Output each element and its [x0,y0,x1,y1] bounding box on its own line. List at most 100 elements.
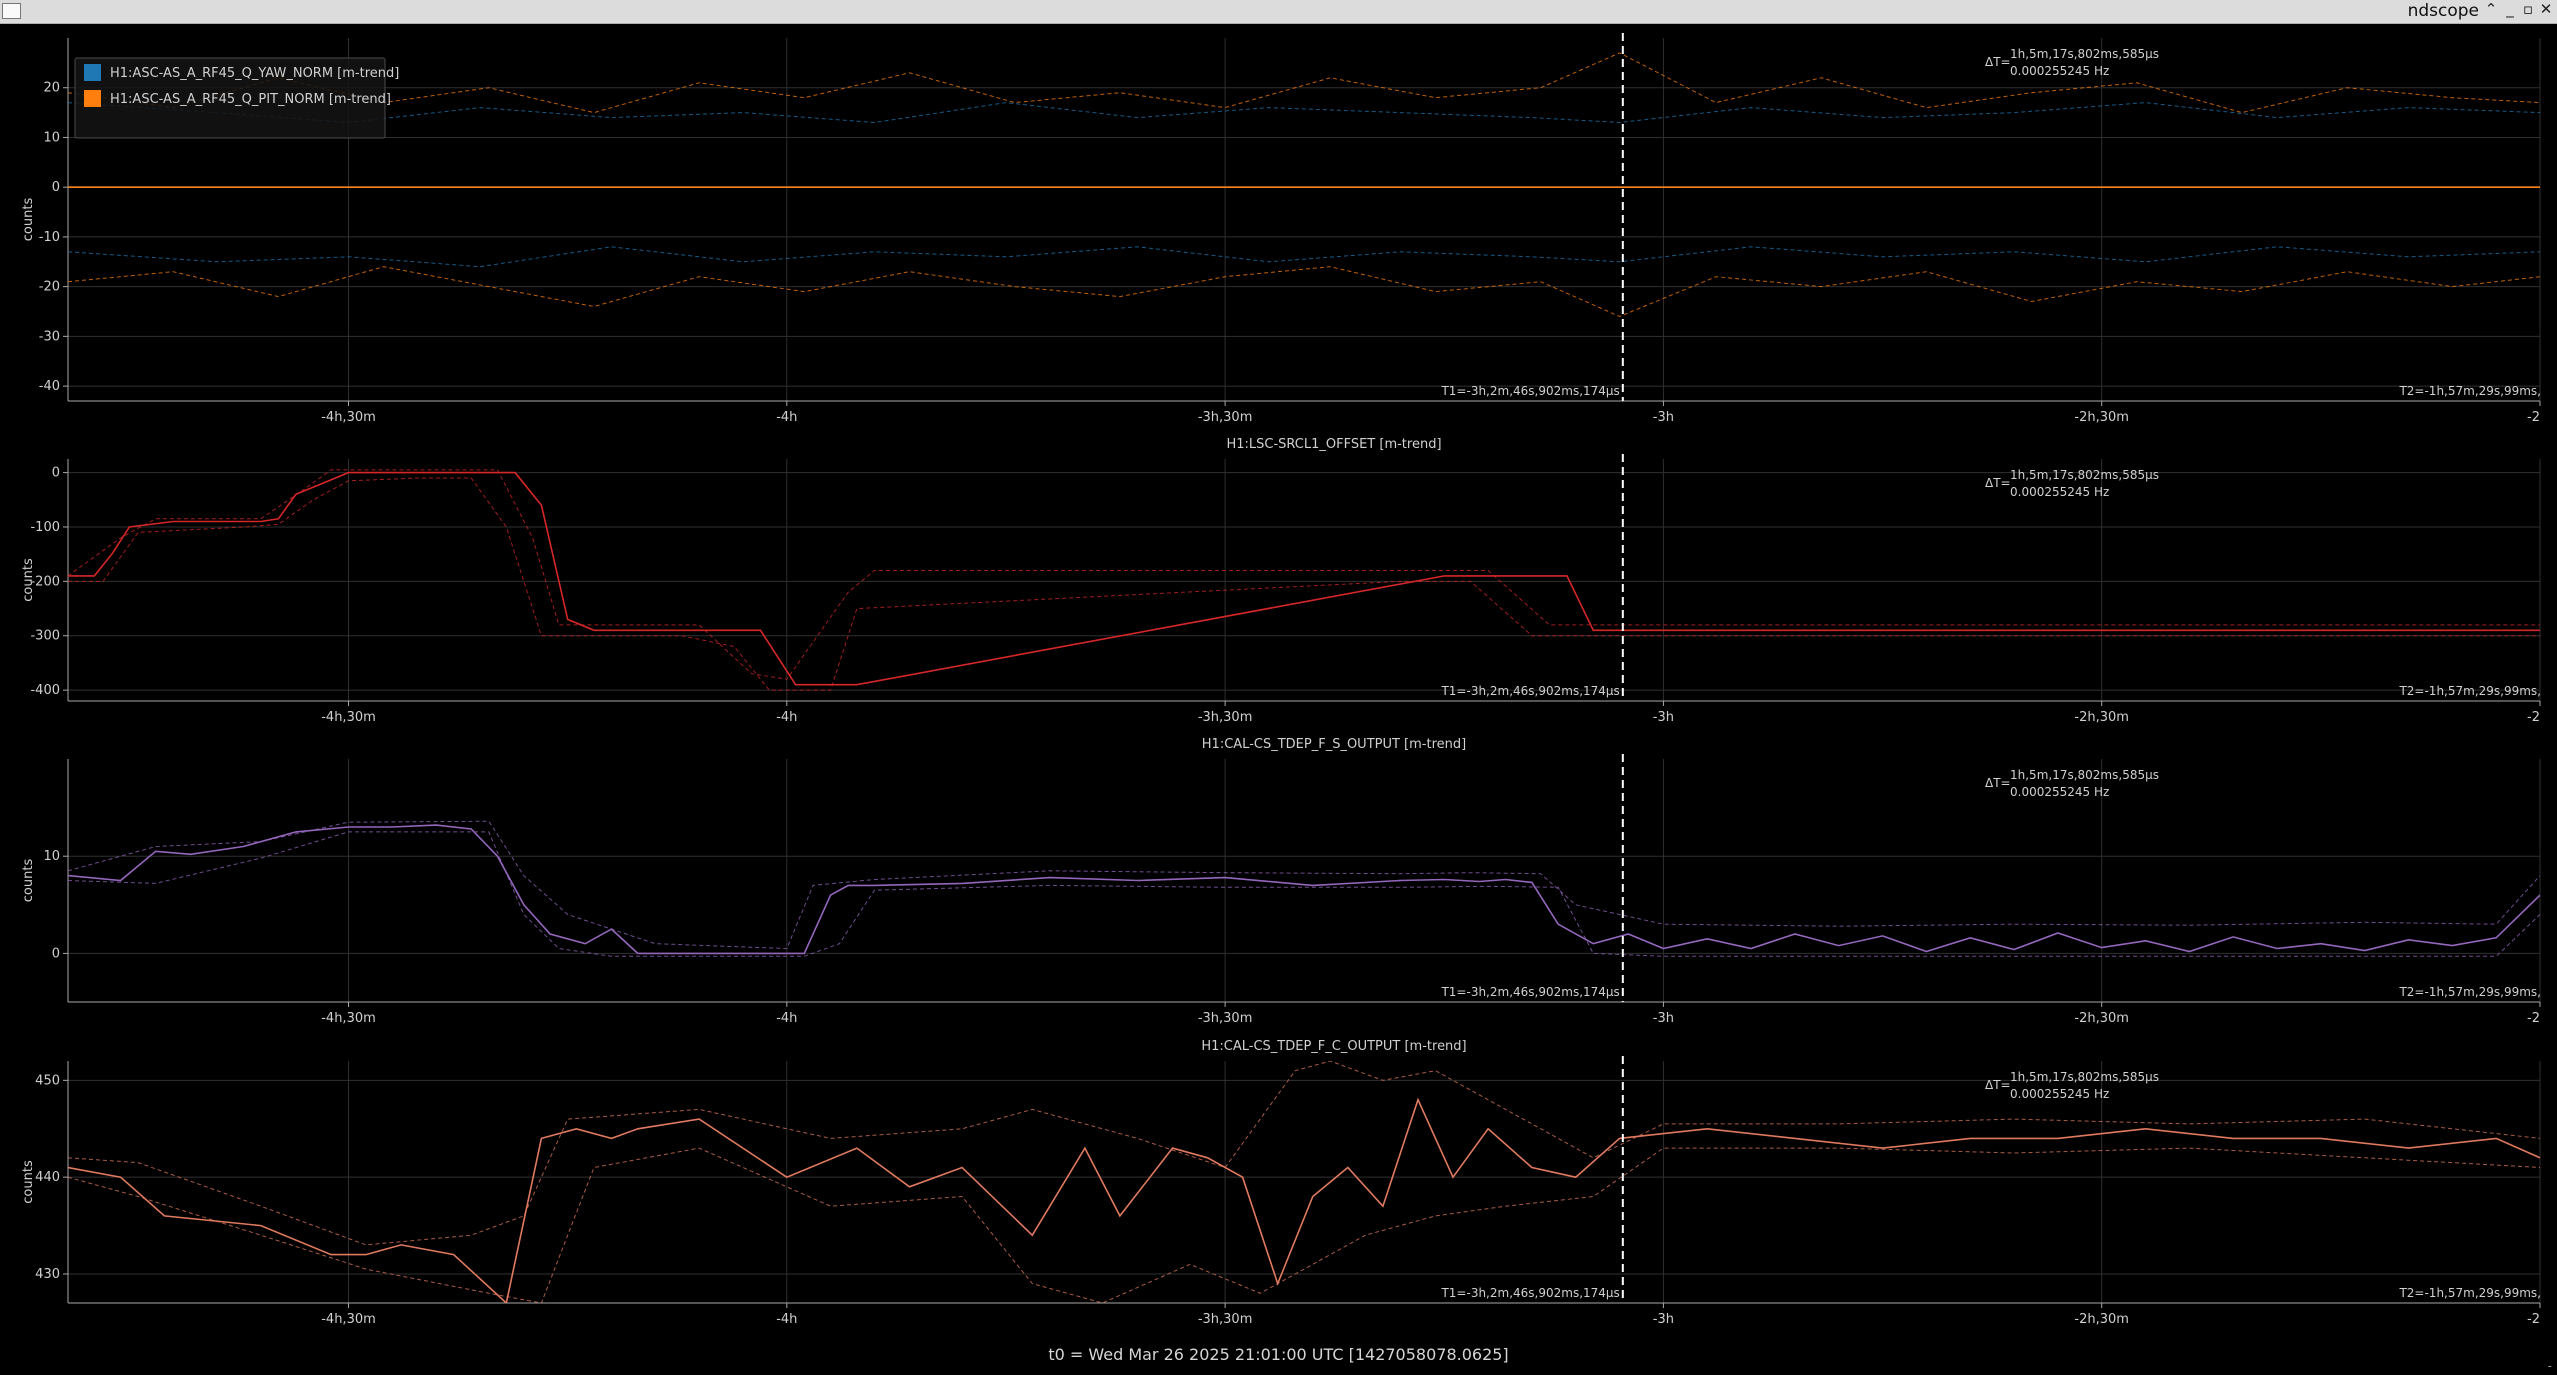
plot-panel-3: H1:CAL-CS_TDEP_F_S_OUTPUT [m-trend] 10 0 -4… [21,737,2541,1026]
delta-t-prefix: ΔT= [1985,55,2011,69]
y-tick-label: 430 [35,1267,60,1282]
y-tick-label: 0 [52,180,60,195]
series-fc-mean [68,1097,2540,1303]
y-tick-label: -40 [39,379,60,394]
cursor-t1-label: T1=-3h,2m,46s,902ms,174µs [1440,985,1619,999]
y-tick-label: 450 [35,1073,60,1088]
y-tick-label: 10 [43,849,60,864]
delta-f-value: 0.000255245 Hz [2010,785,2109,799]
series-fc-min [68,1147,2540,1303]
series-group [68,52,2540,318]
legend-entry-label: H1:ASC-AS_A_RF45_Q_YAW_NORM [m-trend] [110,66,399,81]
series-pit-min [68,266,2540,318]
plot-title: H1:CAL-CS_TDEP_F_S_OUTPUT [m-trend] [1202,737,1466,752]
window-titlebar[interactable]: ndscope ⌃ _ ▫ ✕ [0,0,2557,24]
legend-swatch [84,64,101,81]
cursor-t1-label: T1=-3h,2m,46s,902ms,174µs [1440,384,1619,398]
delta-t-prefix: ΔT= [1985,1078,2011,1092]
series-group [68,469,2540,691]
x-tick-label: -3h,30m [1198,1011,1253,1026]
series-fs-min [68,831,2540,957]
delta-t-value: 1h,5m,17s,802ms,585µs [2010,47,2159,61]
delta-f-value: 0.000255245 Hz [2010,64,2109,78]
x-tick-label: -4h,30m [321,1312,376,1327]
series-group [68,1061,2540,1303]
x-tick-label: -4h,30m [321,710,376,725]
series-yaw-max [68,102,2540,124]
x-tick-label: -2h,30m [2074,1312,2129,1327]
y-tick-label: -10 [39,230,60,245]
x-tick-label: -3h,30m [1198,410,1253,425]
series-group [68,820,2540,957]
cursor-t1-label: T1=-3h,2m,46s,902ms,174µs [1440,684,1619,698]
y-tick-label: 0 [52,946,60,961]
cursor-t2-label: T2=-1h,57m,29s,99ms, [2398,384,2541,398]
series-srcl-max [68,469,2540,680]
x-tick-label: -2 [2527,410,2540,425]
x-tick-label: -2 [2527,710,2540,725]
x-tick-label: -4h [776,710,797,725]
y-tick-label: 440 [35,1170,60,1185]
x-tick-label: -4h,30m [321,1011,376,1026]
x-tick-label: -3h [1653,710,1674,725]
y-tick-label: 10 [43,130,60,145]
x-tick-label: -2h,30m [2074,710,2129,725]
y-tick-label: -400 [30,683,60,698]
delta-t-value: 1h,5m,17s,802ms,585µs [2010,468,2159,482]
y-tick-label: -300 [30,629,60,644]
y-axis-label: counts [21,198,36,242]
y-tick-label: -100 [30,520,60,535]
x-tick-label: -2 [2527,1312,2540,1327]
y-tick-label: 0 [52,466,60,481]
cursor-t2-label: T2=-1h,57m,29s,99ms, [2398,684,2541,698]
delta-t-value: 1h,5m,17s,802ms,585µs [2010,1070,2159,1084]
delta-f-value: 0.000255245 Hz [2010,485,2109,499]
x-tick-label: -2h,30m [2074,410,2129,425]
plot-panel-4: H1:CAL-CS_TDEP_F_C_OUTPUT [m-trend] 450 44… [21,1039,2541,1327]
y-tick-label: 20 [43,81,60,96]
plot-panel-2: H1:LSC-SRCL1_OFFSET [m-trend]0-100-200-3… [21,437,2541,725]
scope-plots[interactable]: 20100-10-20-30-40-4h,30m -4h -3h,30m -3h -2h… [0,23,2557,1373]
series-pit-max [68,52,2540,114]
cursor-t1-label: T1=-3h,2m,46s,902ms,174µs [1440,1286,1619,1300]
plot-title: H1:LSC-SRCL1_OFFSET [m-trend] [1226,437,1441,452]
legend-entry-label: H1:ASC-AS_A_RF45_Q_PIT_NORM [m-trend] [110,92,391,107]
x-tick-label: -4h [776,1011,797,1026]
series-srcl-min [68,477,2540,691]
x-tick-label: -4h [776,1312,797,1327]
legend-swatch [84,90,101,107]
y-axis-label: counts [21,1160,36,1204]
y-axis-label: counts [21,859,36,903]
x-tick-label: -3h,30m [1198,710,1253,725]
plot-panel-1: 20 10 0 -10 -20 -30 -40 -4h,30m -4h -3h,30m -3h -2h… [21,33,2541,425]
series-yaw-min [68,246,2540,268]
y-tick-label: -30 [39,329,60,344]
plot-legend: H1:ASC-AS_A_RF45_Q_YAW_NORM [m-trend] H1:… [74,57,399,139]
maximize-icon[interactable]: ▫ [2519,0,2537,18]
cursor-t2-label: T2=-1h,57m,29s,99ms, [2398,985,2541,999]
series-fs-mean [68,824,2540,955]
y-axis-label: counts [21,558,36,602]
close-icon[interactable]: ✕ [2537,0,2555,18]
x-tick-label: -3h,30m [1198,1312,1253,1327]
delta-t-prefix: ΔT= [1985,476,2011,490]
x-tick-label: -2 [2527,1011,2540,1026]
delta-t-prefix: ΔT= [1985,776,2011,790]
y-tick-label: -20 [39,280,60,295]
t0-timestamp: t0 = Wed Mar 26 2025 21:01:00 UTC [14270… [1048,1345,1509,1364]
x-tick-label: -3h [1653,1011,1674,1026]
plot-title: H1:CAL-CS_TDEP_F_C_OUTPUT [m-trend] [1201,1039,1466,1054]
window-title: ndscope [2407,1,2479,21]
x-tick-label: -3h [1653,410,1674,425]
x-tick-label: -4h,30m [321,410,376,425]
minimize-icon[interactable]: _ [2501,0,2519,18]
collapse-icon[interactable]: ⌃ [2482,0,2500,18]
delta-f-value: 0.000255245 Hz [2010,1087,2109,1101]
x-tick-label: -3h [1653,1312,1674,1327]
x-tick-label: -4h [776,410,797,425]
size-grip[interactable]: - [2548,1359,2552,1373]
app-icon [2,3,21,19]
x-tick-label: -2h,30m [2074,1011,2129,1026]
series-srcl-mean [68,471,2540,686]
delta-t-value: 1h,5m,17s,802ms,585µs [2010,768,2159,782]
